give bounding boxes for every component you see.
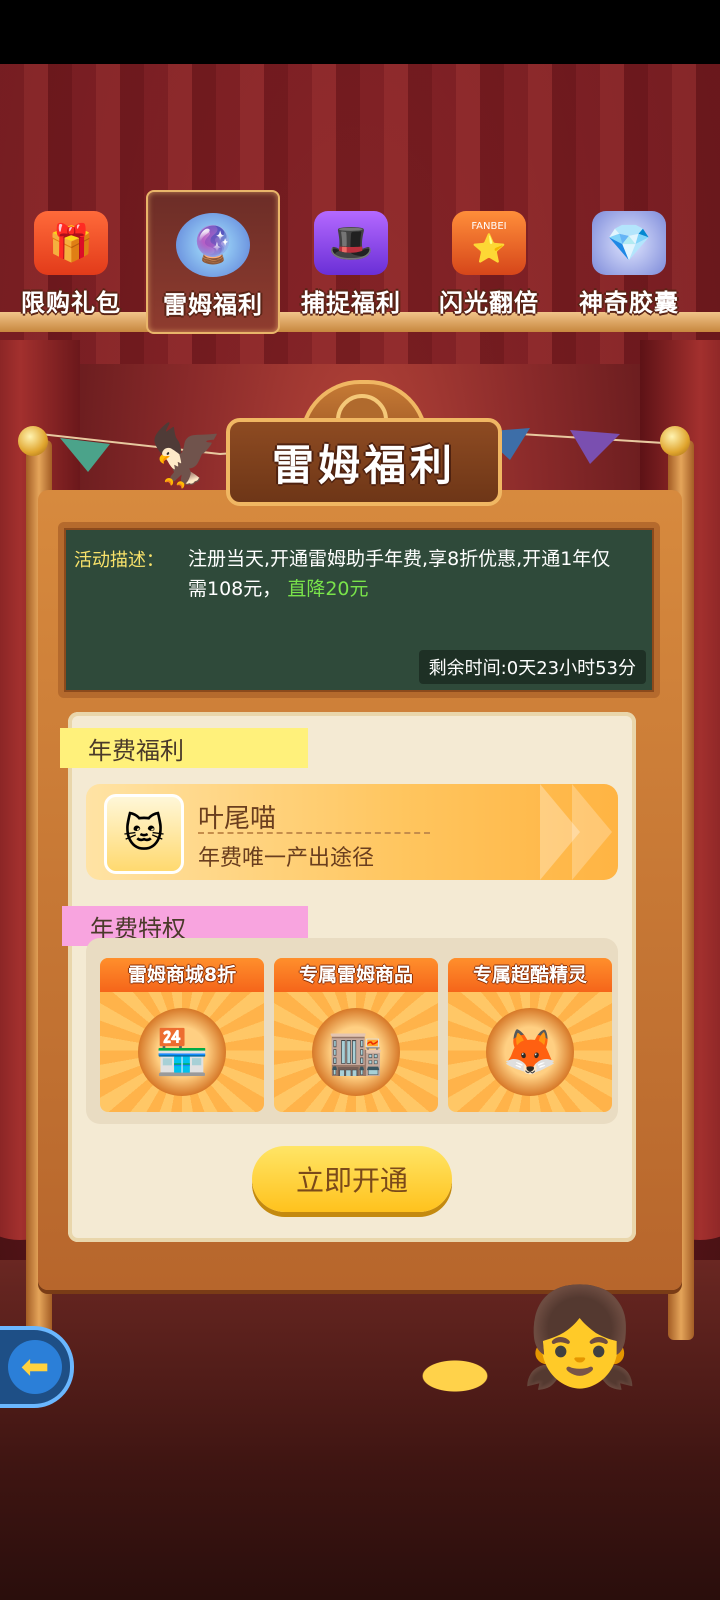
tab-limited-gift[interactable]: 🎁 限购礼包	[6, 190, 136, 330]
activity-label: 活动描述：	[74, 550, 164, 571]
back-arrow-icon: ⬅	[8, 1340, 62, 1394]
perk-card-exclusive-pet[interactable]: 专属超酷精灵 🦊	[448, 958, 612, 1112]
activity-description: 注册当天,开通雷姆助手年费,享8折优惠,开通1年仅需108元， 直降20元	[188, 544, 628, 604]
reward-description: 年费唯一产出途径	[198, 846, 375, 871]
tab-label: 神奇胶囊	[579, 289, 679, 317]
tab-label: 雷姆福利	[163, 291, 263, 319]
remaining-time: 剩余时间:0天23小时53分	[418, 650, 646, 684]
gift-box-icon: 🎁	[34, 211, 108, 275]
fanbei-sign: FANBEI	[471, 221, 507, 232]
activity-discount-highlight: 直降20元	[287, 578, 369, 600]
perk-title: 专属超酷精灵	[448, 958, 612, 992]
assistant-shop-icon: 🏬	[312, 1008, 400, 1096]
status-bar-area	[0, 0, 720, 64]
activity-chalkboard: 活动描述： 注册当天,开通雷姆助手年费,享8折优惠,开通1年仅需108元， 直降…	[58, 522, 660, 698]
tab-shiny-double[interactable]: FANBEI ⭐ 闪光翻倍	[424, 190, 554, 330]
star-icon: ⭐	[471, 232, 507, 265]
discount-shop-icon: 🏪	[138, 1008, 226, 1096]
activate-now-button[interactable]: 立即开通	[252, 1146, 452, 1212]
reward-pet-icon[interactable]: 🐱	[104, 794, 184, 874]
tab-magic-capsule[interactable]: 💎 神奇胶囊	[564, 190, 694, 330]
board-title: 雷姆福利	[271, 440, 456, 490]
activity-tab-bar: 🎁 限购礼包 🔮 雷姆福利 🎩 捕捉福利 FANBEI ⭐ 闪光翻倍 💎 神奇胶…	[0, 190, 720, 340]
chevron-right-icon	[572, 784, 612, 880]
tab-label: 捕捉福利	[301, 289, 401, 317]
flag	[570, 430, 620, 464]
perk-title: 雷姆商城8折	[100, 958, 264, 992]
activity-text: 注册当天,开通雷姆助手年费,享8折优惠,开通1年仅需108元，	[188, 548, 611, 600]
post-finial	[660, 426, 690, 456]
perk-card-shop-discount[interactable]: 雷姆商城8折 🏪	[100, 958, 264, 1112]
post-finial	[18, 426, 48, 456]
tab-label: 限购礼包	[21, 289, 121, 317]
board-title-plaque: 雷姆福利	[226, 418, 502, 506]
tab-label: 闪光翻倍	[439, 289, 539, 317]
capsule-icon: 💎	[592, 211, 666, 275]
reward-name: 叶尾喵	[198, 804, 277, 834]
section-title-annual-benefit: 年费福利	[60, 728, 308, 768]
perk-card-exclusive-goods[interactable]: 专属雷姆商品 🏬	[274, 958, 438, 1112]
game-screen: 🎁 限购礼包 🔮 雷姆福利 🎩 捕捉福利 FANBEI ⭐ 闪光翻倍 💎 神奇胶…	[0, 0, 720, 1600]
flag	[60, 438, 110, 472]
divider	[198, 832, 430, 834]
crystal-ball-icon: 🔮	[176, 213, 250, 277]
capture-hat-icon: 🎩	[314, 211, 388, 275]
fanbei-machine-icon: FANBEI ⭐	[452, 211, 526, 275]
tab-leimu-welfare[interactable]: 🔮 雷姆福利	[146, 190, 280, 334]
exclusive-pet-icon: 🦊	[486, 1008, 574, 1096]
eagle-mascot-icon: 🦅	[148, 420, 224, 491]
perk-title: 专属雷姆商品	[274, 958, 438, 992]
tab-capture-welfare[interactable]: 🎩 捕捉福利	[286, 190, 416, 330]
character-mascot-icon: 👧	[520, 1280, 640, 1393]
coin-pile	[380, 1340, 530, 1400]
